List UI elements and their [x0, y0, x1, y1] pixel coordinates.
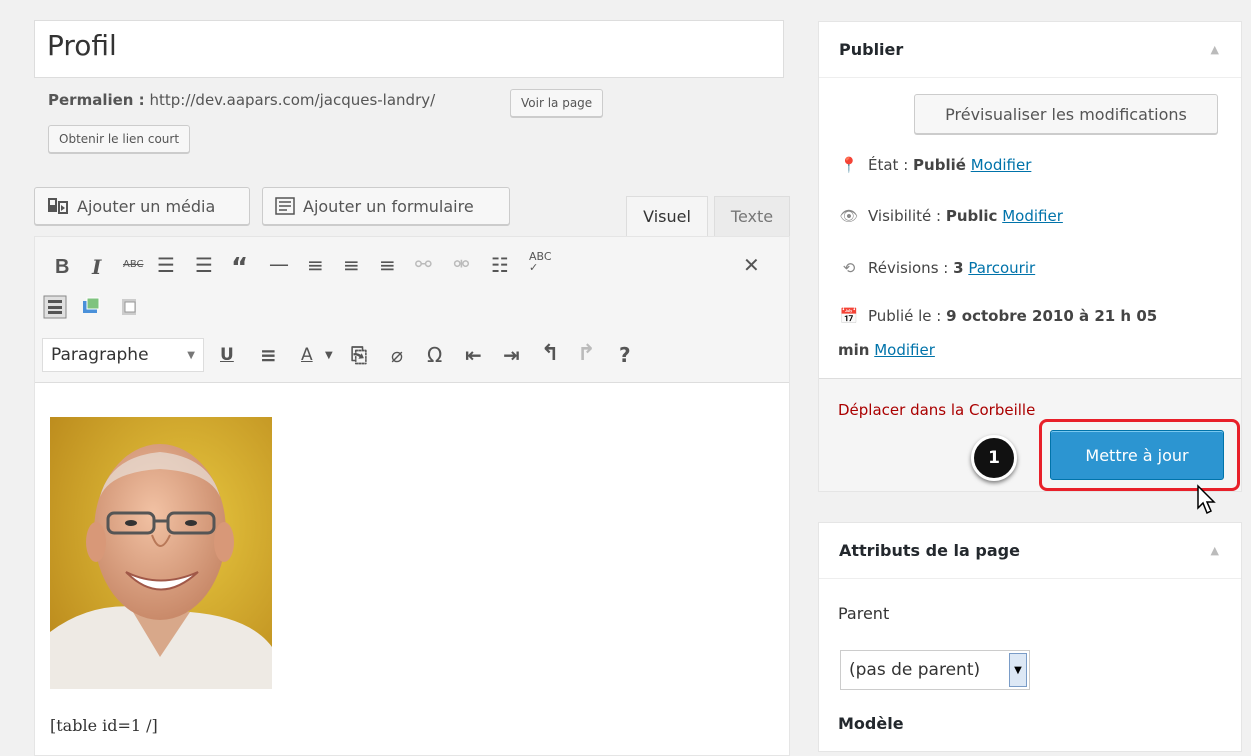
add-media-label: Ajouter un média: [77, 196, 216, 216]
update-button[interactable]: Mettre à jour: [1050, 430, 1224, 480]
strikethrough-icon[interactable]: ABC: [123, 260, 144, 270]
step-badge: 1: [971, 435, 1017, 481]
undo-icon[interactable]: ↰: [541, 343, 559, 365]
add-form-button[interactable]: Ajouter un formulaire: [262, 187, 510, 225]
link-icon[interactable]: ⚯: [415, 254, 432, 274]
bold-icon[interactable]: B: [55, 257, 69, 277]
format-select-value: Paragraphe: [51, 345, 149, 365]
horizontal-rule-icon[interactable]: —: [269, 254, 289, 274]
attributes-box-header[interactable]: Attributs de la page ▲: [819, 523, 1241, 579]
shortlink-button[interactable]: Obtenir le lien court: [48, 125, 191, 153]
paste-text-icon[interactable]: ⎘: [351, 345, 367, 365]
visibility-row: 👁 Visibilité : Public Modifier: [838, 207, 1063, 225]
attributes-title: Attributs de la page: [839, 541, 1020, 560]
chevron-down-icon[interactable]: ▼: [1009, 653, 1027, 687]
spellcheck-icon[interactable]: ABC ✓: [529, 251, 552, 273]
published-date: 9 octobre 2010 à 21 h 05: [946, 307, 1158, 325]
shortcode-text: [table id=1 /]: [50, 716, 158, 735]
add-media-button[interactable]: Ajouter un média: [34, 187, 250, 225]
unlink-icon[interactable]: ⚮: [453, 254, 470, 274]
publish-box-header[interactable]: Publier ▲: [819, 22, 1241, 78]
eye-icon: 👁: [839, 207, 859, 225]
align-right-icon[interactable]: ≡: [379, 255, 396, 275]
outdent-icon[interactable]: ⇤: [465, 345, 482, 365]
permalink-label: Permalien :: [48, 91, 145, 109]
history-icon: ⟲: [842, 259, 856, 277]
revisions-label: Révisions :: [868, 259, 949, 277]
browse-revisions-link[interactable]: Parcourir: [968, 259, 1035, 277]
permalink-url[interactable]: http://dev.aapars.com/jacques-landry/: [149, 91, 435, 109]
mouse-cursor-icon: [1197, 484, 1216, 515]
paste-word-icon[interactable]: [117, 295, 141, 319]
status-value: Publié: [913, 156, 966, 174]
edit-status-link[interactable]: Modifier: [971, 156, 1032, 174]
revisions-row: ⟲ Révisions : 3 Parcourir: [838, 259, 1035, 277]
text-color-icon[interactable]: A: [301, 347, 313, 364]
permalink: Permalien : http://dev.aapars.com/jacque…: [48, 91, 435, 109]
indent-icon[interactable]: ⇥: [503, 345, 520, 365]
format-select[interactable]: Paragraphe ▼: [42, 338, 204, 372]
blockquote-icon[interactable]: “: [231, 255, 248, 281]
publish-title: Publier: [839, 40, 904, 59]
move-to-trash-link[interactable]: Déplacer dans la Corbeille: [838, 401, 1035, 419]
media-icon: [48, 198, 68, 214]
status-label: État :: [868, 156, 909, 174]
text-color-dropdown-icon[interactable]: ▼: [325, 351, 333, 361]
collapse-arrow-icon[interactable]: ▲: [1211, 43, 1219, 56]
parent-select-value: (pas de parent): [849, 660, 981, 680]
toolbar-toggle-icon[interactable]: [43, 295, 67, 319]
published-date-cont: min: [838, 341, 870, 359]
visibility-label: Visibilité :: [868, 207, 942, 225]
view-page-button[interactable]: Voir la page: [510, 89, 604, 117]
parent-select[interactable]: (pas de parent) ▼: [840, 650, 1030, 690]
bullet-list-icon[interactable]: ☰: [157, 255, 175, 275]
pin-icon: 📍: [839, 156, 859, 174]
visibility-value: Public: [945, 207, 998, 225]
fullscreen-icon[interactable]: ✕: [743, 255, 760, 275]
profile-photo[interactable]: [50, 417, 272, 689]
special-char-icon[interactable]: Ω: [427, 345, 442, 365]
title-input[interactable]: Profil: [34, 20, 784, 78]
redo-icon[interactable]: ↱: [577, 343, 595, 365]
collapse-arrow-icon[interactable]: ▲: [1211, 544, 1219, 557]
published-label: Publié le :: [868, 307, 942, 325]
parent-label: Parent: [838, 604, 890, 623]
underline-icon[interactable]: U: [220, 347, 234, 364]
form-icon: [275, 197, 295, 215]
help-icon[interactable]: ?: [619, 345, 631, 365]
numbered-list-icon[interactable]: ☰: [195, 255, 213, 275]
align-left-icon[interactable]: ≡: [307, 255, 324, 275]
revisions-count: 3: [953, 259, 964, 277]
align-center-icon[interactable]: ≡: [343, 255, 360, 275]
calendar-icon: 📅: [839, 307, 859, 325]
published-date-row-2: min Modifier: [838, 341, 935, 359]
edit-date-link[interactable]: Modifier: [874, 341, 935, 359]
edit-visibility-link[interactable]: Modifier: [1002, 207, 1063, 225]
justify-icon[interactable]: ≡: [260, 345, 277, 365]
italic-icon[interactable]: I: [92, 257, 101, 277]
chevron-down-icon: ▼: [187, 349, 195, 361]
status-row: 📍 État : Publié Modifier: [838, 156, 1032, 174]
clear-format-icon[interactable]: ⌀: [391, 345, 403, 365]
tab-visual[interactable]: Visuel: [626, 196, 708, 236]
published-date-row: 📅 Publié le : 9 octobre 2010 à 21 h 05: [838, 307, 1158, 325]
read-more-icon[interactable]: ☷: [491, 255, 509, 275]
template-label: Modèle: [838, 714, 904, 733]
insert-image-icon[interactable]: [79, 295, 103, 319]
tab-text[interactable]: Texte: [714, 196, 790, 236]
preview-changes-button[interactable]: Prévisualiser les modifications: [914, 94, 1218, 134]
add-form-label: Ajouter un formulaire: [303, 196, 474, 216]
